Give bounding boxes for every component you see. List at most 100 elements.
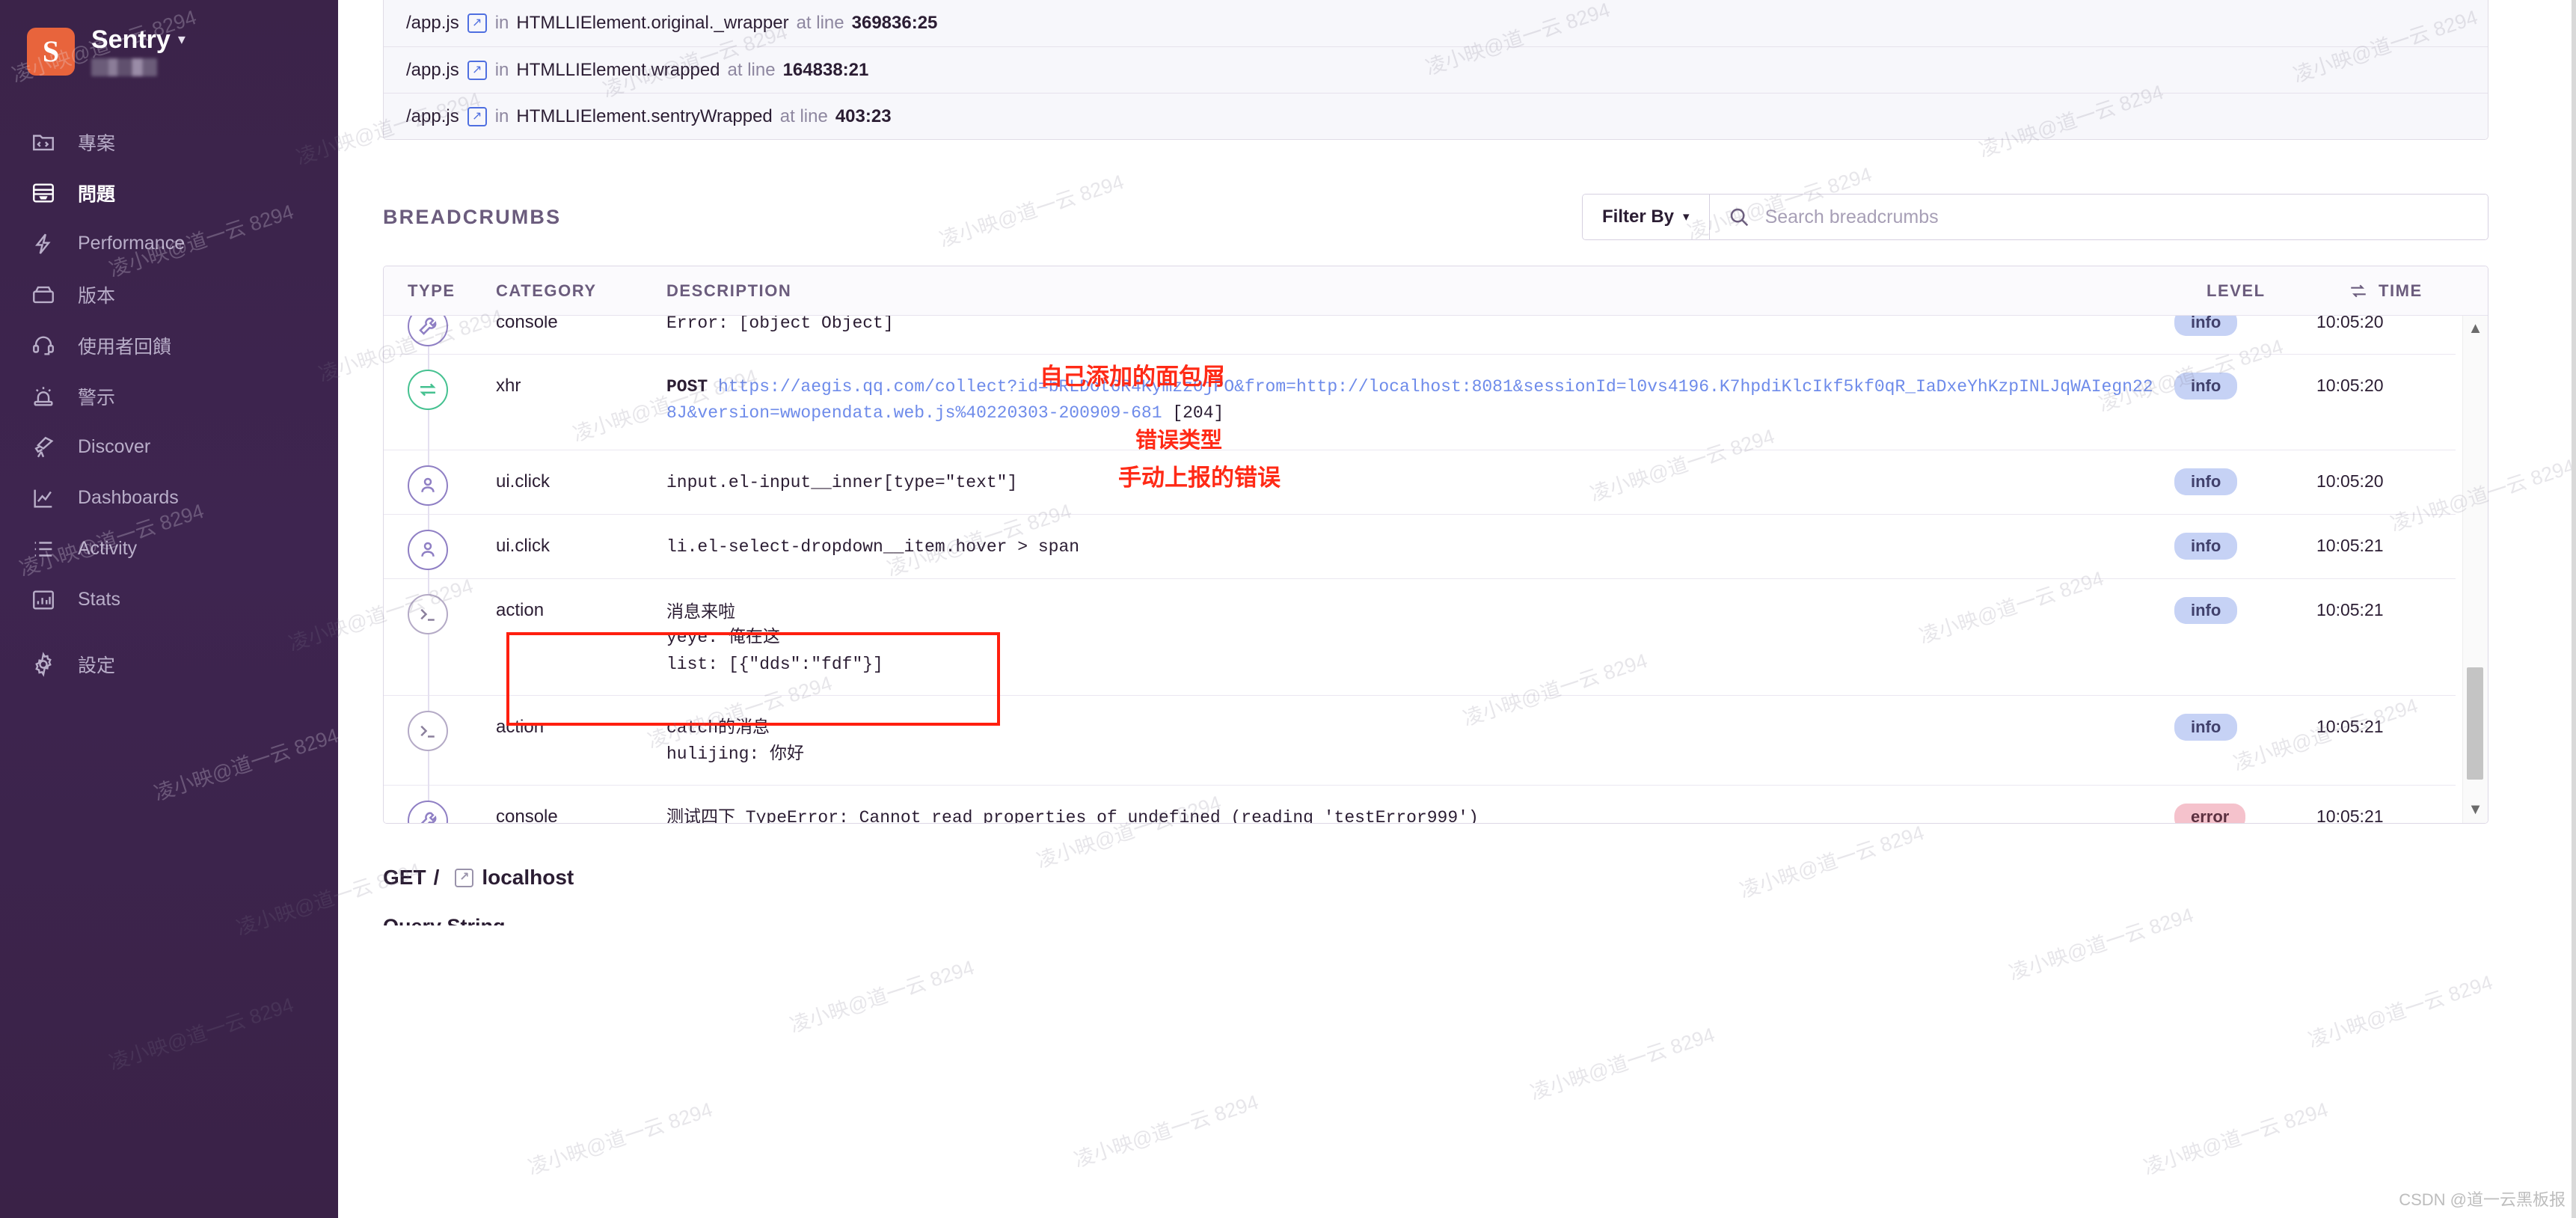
chevron-down-icon: ▾ (177, 31, 185, 49)
table-row[interactable]: console Error: [object Object] info 10:0… (384, 316, 2456, 355)
issues-icon (28, 178, 58, 208)
sidebar-item-discover[interactable]: Discover (0, 422, 338, 473)
sidebar-item-label: Activity (78, 538, 138, 560)
sidebar-item-settings[interactable]: 設定 (0, 639, 338, 690)
headset-icon (28, 331, 58, 361)
row-category: action (496, 716, 545, 737)
status-badge: info (2174, 468, 2238, 495)
row-description: POST https://aegis.qq.com/collect?id=bRL… (653, 355, 2174, 450)
sidebar-item-user-feedback[interactable]: 使用者回饋 (0, 320, 338, 371)
row-level-cell: info (2174, 515, 2316, 578)
filter-by-label: Filter By (1602, 206, 1675, 227)
row-level-cell: info (2174, 450, 2316, 514)
sidebar-item-label: 問題 (78, 183, 116, 205)
sort-toggle-icon[interactable] (2349, 281, 2368, 301)
stack-frame-row[interactable]: /app.js ↗ in HTMLLIElement.original._wra… (384, 0, 2488, 46)
row-description: 测试四下 TypeError: Cannot read properties o… (653, 786, 2174, 823)
external-link-icon[interactable]: ↗ (455, 868, 474, 887)
table-row[interactable]: xhr POST https://aegis.qq.com/collect?id… (384, 354, 2456, 450)
sidebar: S Sentry ▾ 專案 問題 Performance 版本 使用者回饋 警示… (0, 0, 338, 1218)
row-type-cell (384, 316, 496, 354)
sidebar-item-performance[interactable]: Performance (0, 218, 338, 269)
org-name-row[interactable]: Sentry ▾ (91, 25, 185, 54)
row-description: Error: [object Object] (653, 316, 2174, 354)
breadcrumb-rows: console Error: [object Object] info 10:0… (384, 316, 2456, 823)
stack-frame-row[interactable]: /app.js ↗ in HTMLLIElement.wrapped at li… (384, 46, 2488, 93)
breadcrumbs-table: TYPE CATEGORY DESCRIPTION LEVEL TIME con… (383, 266, 2488, 824)
gear-icon (28, 649, 58, 679)
search-field-wrapper[interactable] (1709, 195, 2488, 239)
frame-line-number: 369836:25 (851, 13, 938, 33)
row-description: catch的消息 hulijing: 你好 (653, 696, 2174, 785)
row-category: console (496, 806, 558, 823)
scroll-up-arrow-icon[interactable]: ▲ (2468, 316, 2483, 342)
frame-file: /app.js (406, 59, 459, 80)
frame-function: HTMLLIElement.original._wrapper (516, 13, 789, 33)
sidebar-item-issues[interactable]: 問題 (0, 168, 338, 218)
table-row[interactable]: console 测试四下 TypeError: Cannot read prop… (384, 785, 2456, 823)
frame-at-label: at line (727, 59, 776, 80)
desc-line: 消息来啦 (666, 601, 735, 621)
row-category: console (496, 316, 558, 332)
user-click-icon (408, 529, 448, 570)
sidebar-item-alerts[interactable]: 警示 (0, 371, 338, 422)
column-header-time[interactable]: TIME (2349, 281, 2488, 301)
window-right-edge (2572, 0, 2576, 1218)
status-badge: error (2174, 803, 2246, 823)
row-description: li.el-select-dropdown__item.hover > span (653, 515, 2174, 578)
response-status: [204] (1162, 403, 1224, 423)
desc-line: yeye: 俺在这 (666, 628, 780, 648)
desc-line: li.el-select-dropdown__item.hover > span (666, 536, 1080, 557)
desc-line: input.el-input__inner[type="text"] (666, 472, 1018, 492)
http-method: POST (666, 376, 719, 397)
external-link-icon[interactable]: ↗ (467, 106, 487, 126)
frame-function: HTMLLIElement.wrapped (516, 59, 720, 80)
row-level-cell: info (2174, 355, 2316, 450)
row-type-cell (384, 450, 496, 514)
row-time: 10:05:20 (2316, 471, 2384, 491)
sidebar-item-projects[interactable]: 專案 (0, 117, 338, 168)
row-level-cell: info (2174, 579, 2316, 695)
table-body: console Error: [object Object] info 10:0… (384, 316, 2488, 823)
org-switcher[interactable]: S Sentry ▾ (0, 0, 338, 76)
row-description: 消息来啦 yeye: 俺在这 list: [{"dds":"fdf"}] (653, 579, 2174, 695)
table-row[interactable]: ui.click input.el-input__inner[type="tex… (384, 450, 2456, 515)
list-icon (28, 534, 58, 564)
frame-file: /app.js (406, 13, 459, 33)
table-row[interactable]: action catch的消息 hulijing: 你好 info 10:05:… (384, 695, 2456, 786)
status-badge: info (2174, 316, 2238, 336)
sidebar-item-label: 警示 (78, 387, 116, 408)
lightning-icon (28, 229, 58, 259)
sidebar-item-stats[interactable]: Stats (0, 575, 338, 625)
sidebar-item-dashboards[interactable]: Dashboards (0, 473, 338, 524)
table-row[interactable]: ui.click li.el-select-dropdown__item.hov… (384, 514, 2456, 579)
row-category: xhr (496, 375, 521, 396)
main-content: /app.js ↗ in HTMLLIElement.original._wra… (338, 0, 2576, 1218)
frame-line-number: 403:23 (835, 105, 892, 126)
sidebar-item-releases[interactable]: 版本 (0, 269, 338, 320)
org-subtitle-redacted (91, 58, 157, 76)
row-type-cell (384, 579, 496, 695)
releases-icon (28, 280, 58, 310)
frame-in-label: in (494, 105, 509, 126)
frame-at-label: at line (779, 105, 828, 126)
table-row[interactable]: action 消息来啦 yeye: 俺在这 list: [{"dds":"fdf… (384, 578, 2456, 696)
filter-by-button[interactable]: Filter By ▾ (1583, 195, 1710, 239)
sidebar-item-label: Discover (78, 436, 151, 458)
scrollbar-thumb[interactable] (2467, 667, 2483, 780)
stack-frame-row[interactable]: /app.js ↗ in HTMLLIElement.sentryWrapped… (384, 93, 2488, 139)
sidebar-item-activity[interactable]: Activity (0, 524, 338, 575)
user-click-icon (408, 465, 448, 506)
external-link-icon[interactable]: ↗ (467, 60, 487, 80)
row-category: ui.click (496, 471, 551, 492)
row-type-cell (384, 515, 496, 578)
row-category: action (496, 599, 545, 620)
status-badge: info (2174, 372, 2238, 400)
chevron-down-icon: ▾ (1683, 209, 1690, 224)
vertical-scrollbar[interactable]: ▲ ▼ (2462, 316, 2488, 823)
external-link-icon[interactable]: ↗ (467, 13, 487, 33)
search-input[interactable] (1763, 205, 2488, 229)
org-name-label: Sentry (91, 25, 171, 54)
scroll-down-arrow-icon[interactable]: ▼ (2468, 797, 2483, 823)
breadcrumbs-controls: Filter By ▾ (1582, 194, 2488, 240)
